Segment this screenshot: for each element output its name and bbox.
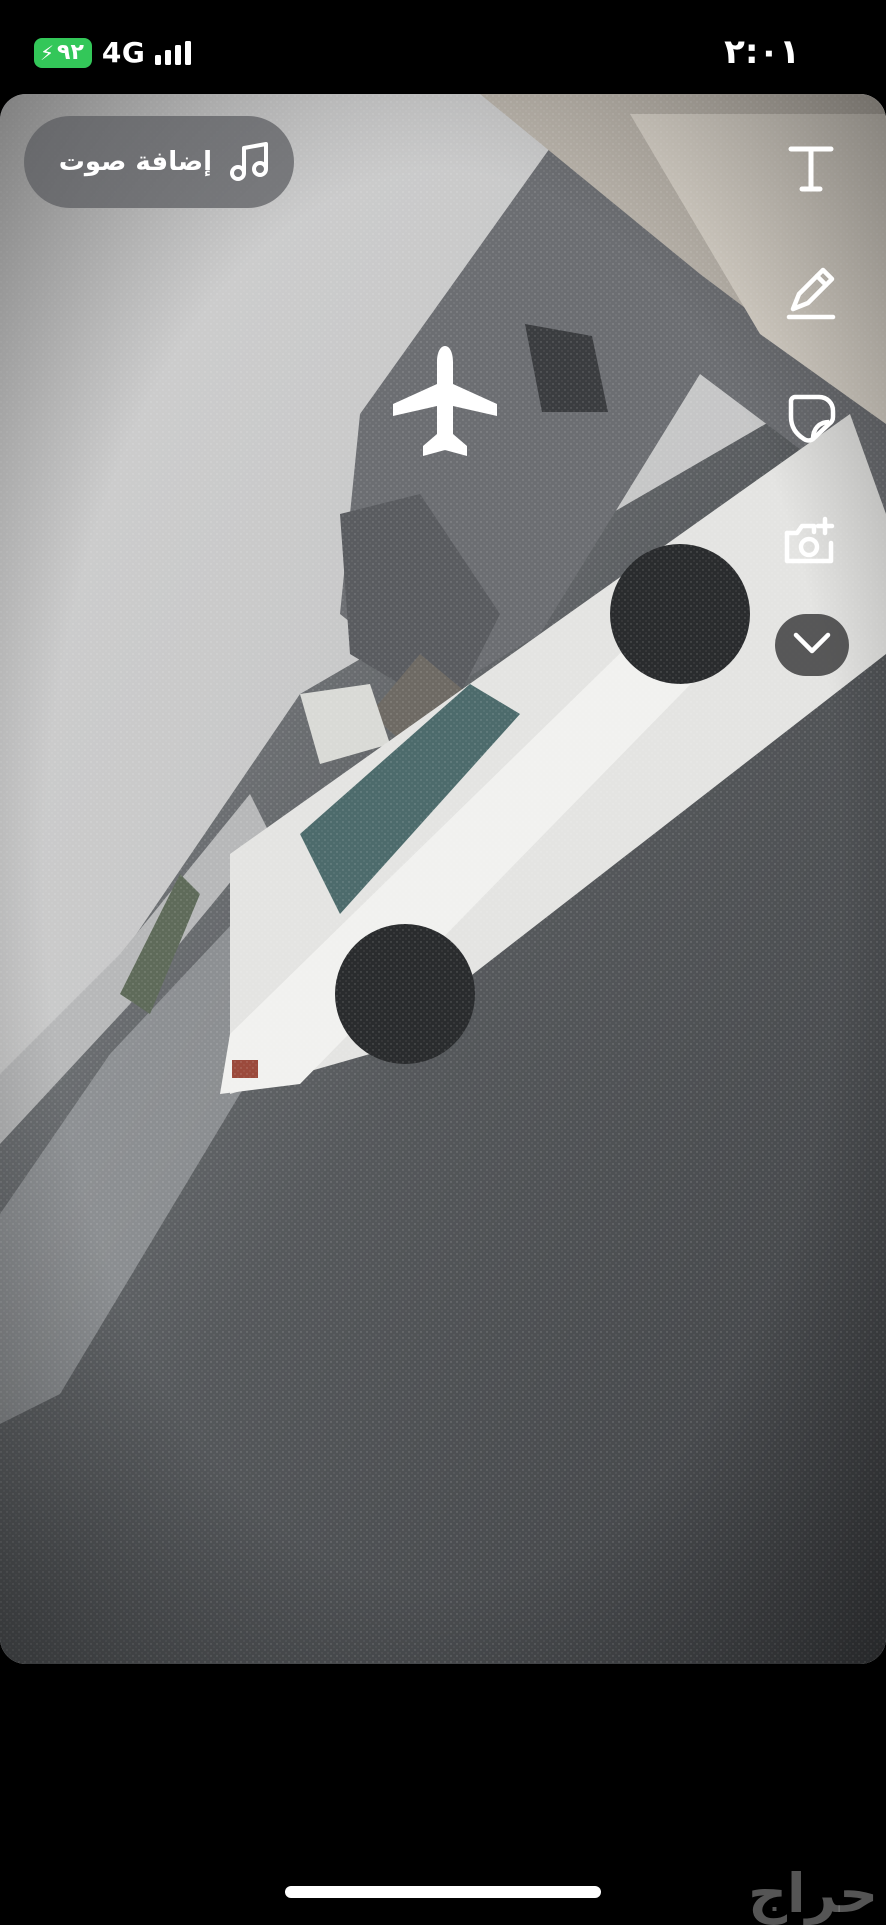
status-time: ٢:٠١ [724, 32, 800, 72]
text-tool-button[interactable] [774, 132, 848, 206]
status-bar: ⚡ ٩٢ 4G ٢:٠١ [0, 0, 886, 95]
network-type: 4G [101, 36, 146, 69]
camera-flip-icon [781, 513, 841, 569]
text-icon [784, 142, 838, 196]
chevron-down-icon [792, 631, 832, 659]
add-sound-button[interactable]: إضافة صوت [24, 116, 294, 208]
watermark-logo: حراج [748, 1862, 878, 1925]
sticker-tool-button[interactable] [774, 380, 848, 454]
sticker-icon [783, 389, 839, 445]
add-sound-label: إضافة صوت [58, 147, 212, 177]
status-indicators: ⚡ ٩٢ 4G [34, 36, 192, 69]
signal-strength-icon [155, 40, 192, 65]
photo-canvas[interactable] [0, 94, 886, 1664]
more-tools-button[interactable] [775, 614, 849, 676]
car-photo [0, 94, 886, 1664]
music-note-icon [228, 140, 272, 184]
airplane-icon[interactable] [393, 346, 497, 460]
home-indicator[interactable] [285, 1886, 601, 1898]
pencil-icon [783, 265, 839, 321]
draw-tool-button[interactable] [774, 256, 848, 330]
charging-bolt-icon: ⚡ [40, 40, 55, 65]
battery-level: ٩٢ [57, 39, 84, 65]
camera-flip-button[interactable] [774, 504, 848, 578]
battery-indicator: ⚡ ٩٢ [34, 37, 92, 68]
